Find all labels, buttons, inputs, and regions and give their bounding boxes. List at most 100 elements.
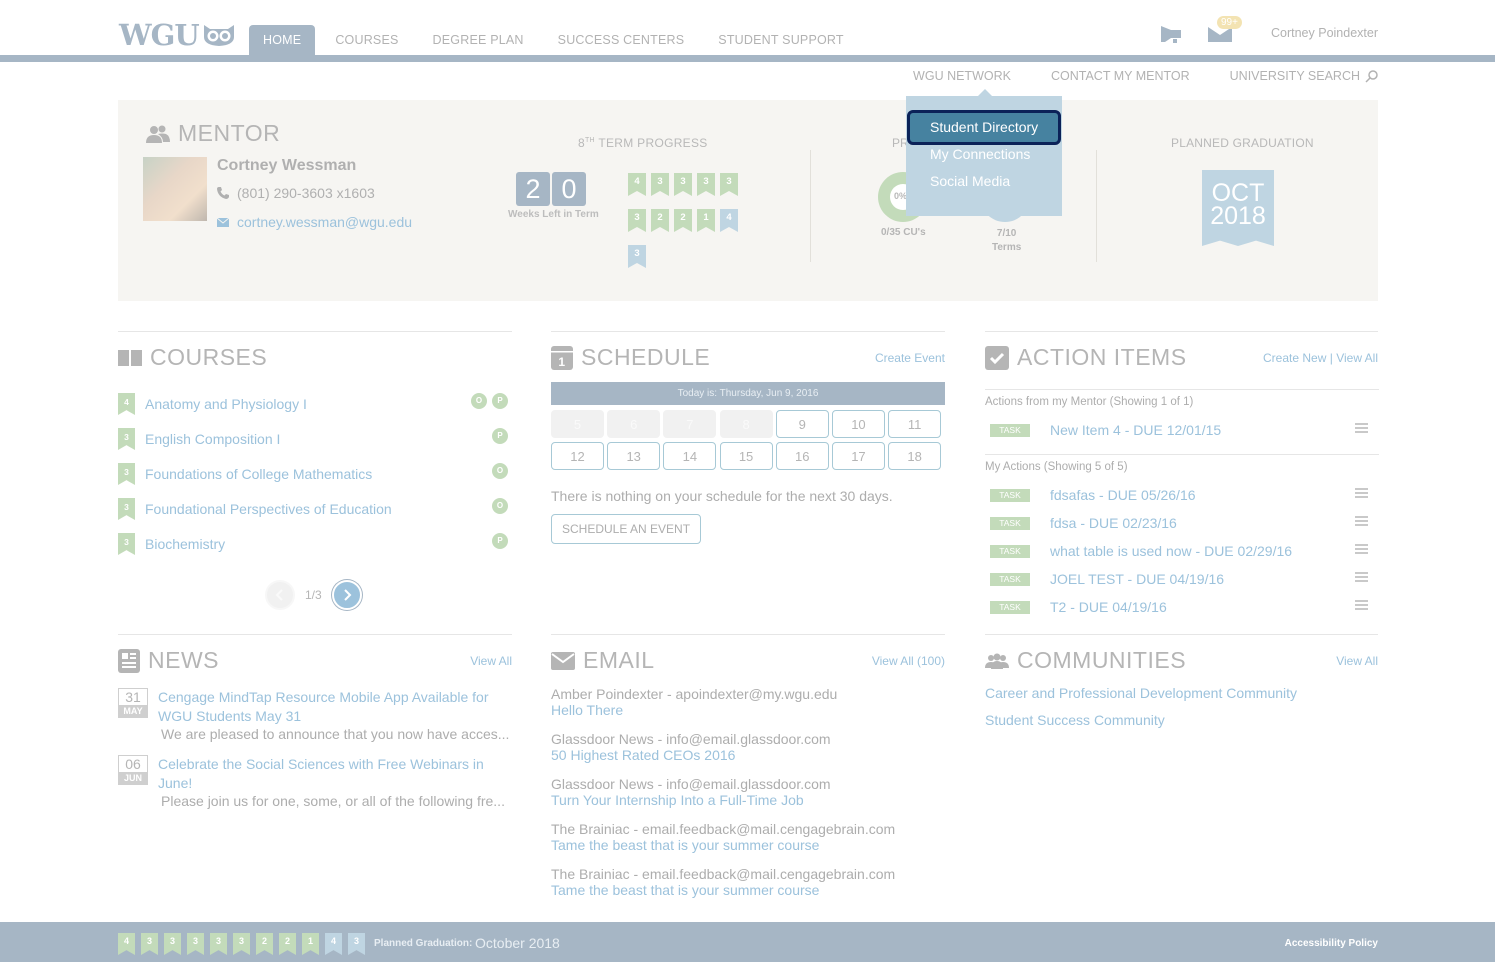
action-item-row[interactable]: TASK fdsafas - DUE 05/26/16: [990, 485, 1378, 505]
term-course-ribbons: 4 3 3 3 33 2 2 1 43: [628, 171, 748, 279]
dropdown-my-connections[interactable]: My Connections: [930, 146, 1030, 162]
action-item-row[interactable]: TASK New Item 4 - DUE 12/01/15: [990, 420, 1378, 440]
calendar-day[interactable]: 12: [551, 442, 604, 470]
menu-icon[interactable]: [1355, 600, 1368, 610]
email-item[interactable]: The Brainiac - email.feedback@mail.cenga…: [551, 866, 895, 898]
calendar-day[interactable]: 14: [663, 442, 717, 470]
calendar-day[interactable]: 16: [775, 442, 829, 470]
next-page-button[interactable]: [331, 580, 362, 610]
nav-student-support[interactable]: STUDENT SUPPORT: [704, 25, 857, 56]
nav-home[interactable]: HOME: [249, 25, 316, 56]
accessibility-policy-link[interactable]: Accessibility Policy: [1285, 938, 1378, 949]
course-assessment-tags: OP: [466, 393, 508, 409]
news-day: 31: [118, 688, 148, 705]
calendar-day: 6: [607, 410, 661, 438]
action-item-row[interactable]: TASK what table is used now - DUE 02/29/1…: [990, 541, 1378, 561]
assessment-tag-o: O: [492, 498, 508, 514]
email-subject-link[interactable]: Hello There: [551, 702, 837, 718]
course-assessment-tags: P: [487, 533, 508, 549]
subnav-university-search[interactable]: UNIVERSITY SEARCH: [1230, 69, 1378, 83]
email-item[interactable]: Glassdoor News - info@email.glassdoor.co…: [551, 731, 831, 763]
email-item[interactable]: Glassdoor News - info@email.glassdoor.co…: [551, 776, 831, 808]
community-link[interactable]: Student Success Community: [985, 712, 1165, 728]
menu-icon[interactable]: [1355, 423, 1368, 433]
menu-icon[interactable]: [1355, 544, 1368, 554]
inbox-button[interactable]: 99+: [1207, 16, 1242, 44]
action-item-link[interactable]: what table is used now - DUE 02/29/16: [1050, 543, 1292, 559]
wgu-logo[interactable]: WGU: [119, 18, 236, 52]
action-item-row[interactable]: TASK JOEL TEST - DUE 04/19/16: [990, 569, 1378, 589]
create-event-link[interactable]: Create Event: [875, 351, 945, 365]
calendar-day[interactable]: 18: [888, 442, 942, 470]
course-link[interactable]: Biochemistry: [145, 536, 225, 552]
menu-icon[interactable]: [1355, 488, 1368, 498]
news-title-link[interactable]: Celebrate the Social Sciences with Free …: [158, 755, 512, 793]
email-subject-link[interactable]: Tame the beast that is your summer cours…: [551, 837, 895, 853]
create-new-link[interactable]: Create New: [1263, 351, 1326, 365]
view-all-news-link[interactable]: View All: [470, 654, 512, 668]
cu-count-label: 0/35 CU's: [881, 227, 926, 238]
action-item-row[interactable]: TASK fdsa - DUE 02/23/16: [990, 513, 1378, 533]
action-item-link[interactable]: New Item 4 - DUE 12/01/15: [1050, 422, 1221, 438]
nav-degree-plan[interactable]: DEGREE PLAN: [419, 25, 538, 56]
courses-pager: 1/3: [265, 580, 362, 610]
course-link[interactable]: English Composition I: [145, 431, 280, 447]
menu-icon[interactable]: [1355, 516, 1368, 526]
course-link[interactable]: Anatomy and Physiology I: [145, 396, 307, 412]
course-link[interactable]: Foundational Perspectives of Education: [145, 501, 392, 517]
course-row[interactable]: 3 Biochemistry P: [118, 532, 512, 556]
email-subject-link[interactable]: Turn Your Internship Into a Full-Time Jo…: [551, 792, 831, 808]
course-cu-ribbon: 3: [118, 498, 135, 520]
action-item-link[interactable]: fdsafas - DUE 05/26/16: [1050, 487, 1196, 503]
terms-value: 7/10: [996, 228, 1017, 239]
communities-title: COMMUNITIES: [1017, 647, 1187, 673]
email-icon: [217, 217, 229, 227]
course-row[interactable]: 3 English Composition I P: [118, 427, 512, 451]
calendar-day[interactable]: 9: [775, 410, 829, 438]
mentor-avatar: [143, 157, 207, 221]
dropdown-student-directory[interactable]: Student Directory: [907, 110, 1061, 145]
calendar-day[interactable]: 15: [719, 442, 773, 470]
calendar-day[interactable]: 11: [888, 410, 942, 438]
term-progress-title-text: TERM PROGRESS: [598, 136, 708, 150]
user-name[interactable]: Cortney Poindexter: [1271, 26, 1378, 40]
email-subject-link[interactable]: Tame the beast that is your summer cours…: [551, 882, 895, 898]
view-all-actions-link[interactable]: View All: [1336, 351, 1378, 365]
calendar-day[interactable]: 10: [831, 410, 885, 438]
course-assessment-tags: O: [487, 463, 508, 479]
action-item-link[interactable]: JOEL TEST - DUE 04/19/16: [1050, 571, 1224, 587]
email-item[interactable]: Amber Poindexter - apoindexter@my.wgu.ed…: [551, 686, 837, 718]
megaphone-icon[interactable]: [1159, 22, 1185, 44]
mentor-email[interactable]: cortney.wessman@wgu.edu: [217, 214, 412, 230]
course-link[interactable]: Foundations of College Mathematics: [145, 466, 372, 482]
dropdown-social-media[interactable]: Social Media: [930, 173, 1010, 189]
calendar-icon: 1: [551, 345, 573, 370]
nav-success-centers[interactable]: SUCCESS CENTERS: [544, 25, 699, 56]
community-link[interactable]: Career and Professional Development Comm…: [985, 685, 1297, 701]
schedule-event-button[interactable]: SCHEDULE AN EVENT: [551, 514, 702, 544]
view-all-email-link[interactable]: View All (100): [872, 654, 945, 668]
view-all-communities-link[interactable]: View All: [1336, 654, 1378, 668]
owl-logo-icon: [203, 25, 234, 46]
email-item[interactable]: The Brainiac - email.feedback@mail.cenga…: [551, 821, 895, 853]
news-title-link[interactable]: Cengage MindTap Resource Mobile App Avai…: [158, 688, 512, 726]
search-icon: [1365, 69, 1378, 83]
prev-page-button[interactable]: [265, 580, 295, 610]
subnav-contact-mentor[interactable]: CONTACT MY MENTOR: [1051, 69, 1190, 83]
course-row[interactable]: 3 Foundations of College Mathematics O: [118, 462, 512, 486]
course-row[interactable]: 3 Foundational Perspectives of Education O: [118, 497, 512, 521]
calendar-day[interactable]: 17: [831, 442, 885, 470]
action-item-link[interactable]: T2 - DUE 04/19/16: [1050, 599, 1167, 615]
action-items-title: ACTION ITEMS: [1017, 344, 1187, 370]
nav-courses[interactable]: COURSES: [321, 25, 412, 56]
action-item-link[interactable]: fdsa - DUE 02/23/16: [1050, 515, 1177, 531]
email-subject-link[interactable]: 50 Highest Rated CEOs 2016: [551, 747, 831, 763]
footer-course-ribbons: 43333322143: [118, 933, 371, 955]
mentor-email-link[interactable]: cortney.wessman@wgu.edu: [237, 214, 412, 230]
action-item-row[interactable]: TASK T2 - DUE 04/19/16: [990, 597, 1378, 617]
weeks-left-counter: 2 0: [516, 172, 588, 206]
menu-icon[interactable]: [1355, 572, 1368, 582]
subnav-wgu-network[interactable]: WGU NETWORK: [913, 69, 1011, 83]
course-row[interactable]: 4 Anatomy and Physiology I OP: [118, 392, 512, 416]
calendar-day[interactable]: 13: [607, 442, 661, 470]
